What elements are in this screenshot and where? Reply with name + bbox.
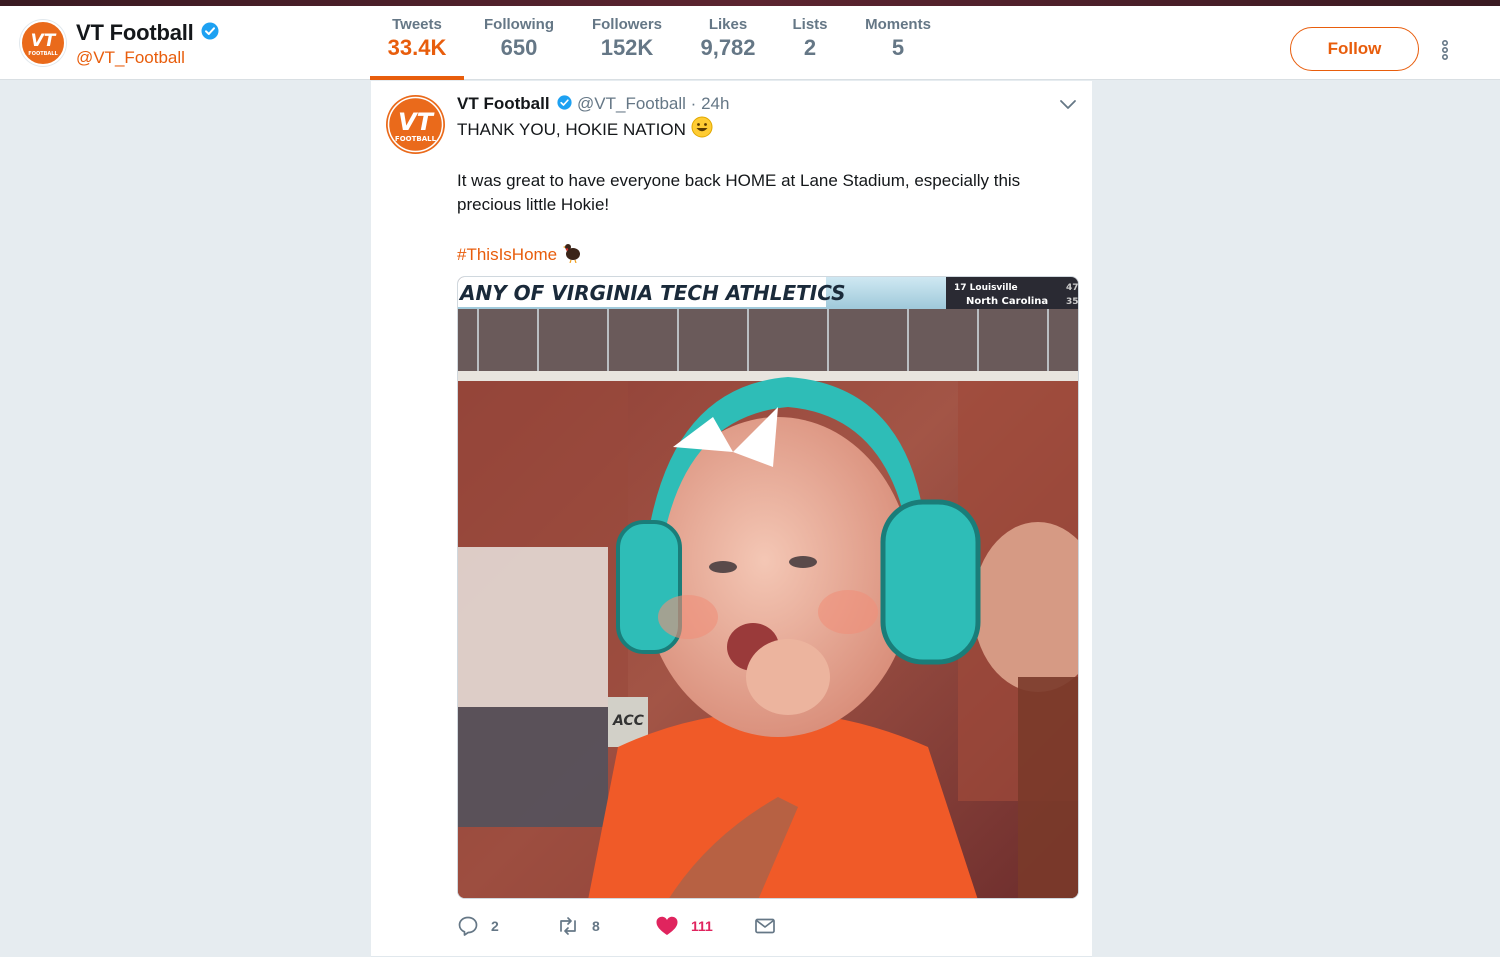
tweet-timestamp[interactable]: 24h	[701, 94, 729, 113]
tab-count: 152K	[600, 35, 654, 60]
follow-button[interactable]: Follow	[1290, 27, 1419, 71]
tweet-separator: ·	[690, 94, 697, 113]
direct-message-button[interactable]	[754, 913, 776, 939]
tab-label: Following	[484, 16, 554, 33]
tweet-line-1: THANK YOU, HOKIE NATION	[457, 119, 686, 139]
smiley-emoji-icon	[691, 116, 713, 145]
tab-label: Tweets	[392, 16, 442, 33]
profile-name-block: VT Football @VT_Football	[76, 20, 219, 68]
baby-hand	[746, 639, 830, 715]
tab-label: Followers	[591, 16, 662, 33]
like-count: 111	[691, 918, 713, 934]
reply-button[interactable]: 2	[457, 913, 499, 939]
more-options-icon[interactable]	[1436, 38, 1454, 62]
profile-stats-nav: Tweets 33.4K Following 650 Followers 152…	[370, 6, 952, 80]
envelope-icon	[755, 918, 775, 934]
tab-count: 33.4K	[387, 35, 447, 60]
tab-label: Lists	[792, 16, 828, 33]
tab-count: 9,782	[700, 35, 756, 60]
chevron-down-icon[interactable]	[1059, 97, 1077, 111]
stadium-sign-text: ACC	[612, 713, 645, 729]
profile-handle[interactable]: @VT_Football	[76, 48, 219, 68]
tab-label: Moments	[865, 16, 931, 33]
tweet-line-2: It was great to have everyone back HOME …	[457, 171, 1021, 214]
tweet-author-avatar[interactable]: VT FOOTBALL	[386, 95, 445, 154]
reply-count: 2	[491, 918, 499, 934]
tab-lists[interactable]: Lists 2	[776, 6, 844, 80]
turkey-emoji-icon	[562, 241, 584, 270]
tab-label: Likes	[708, 16, 748, 33]
tweet-card[interactable]: VT FOOTBALL VT Football @VT_Football · 2…	[371, 81, 1092, 957]
score-row1-score: 47	[1066, 283, 1079, 293]
tab-following[interactable]: Following 650	[464, 6, 574, 80]
tweet-header: VT Football @VT_Football · 24h	[457, 94, 729, 115]
tab-moments[interactable]: Moments 5	[844, 6, 952, 80]
profile-display-name[interactable]: VT Football	[76, 20, 194, 46]
tab-likes[interactable]: Likes 9,782	[680, 6, 776, 80]
tweet-photo[interactable]: ANY OF VIRGINIA TECH ATHLETICS 17 Louisv…	[457, 276, 1079, 899]
profile-avatar[interactable]: VT FOOTBALL	[20, 20, 66, 66]
heart-icon	[656, 916, 678, 935]
tab-tweets[interactable]: Tweets 33.4K	[370, 6, 464, 80]
hashtag-link[interactable]: #ThisIsHome	[457, 245, 557, 264]
tab-count: 5	[891, 35, 905, 60]
stadium-banner-text: ANY OF VIRGINIA TECH ATHLETICS	[458, 281, 846, 305]
retweet-count: 8	[592, 918, 600, 934]
logo-letters: VT	[31, 31, 57, 51]
verified-badge-icon	[557, 94, 572, 115]
tab-count: 2	[803, 35, 817, 60]
logo-letters: VT	[398, 108, 435, 136]
band-in-white	[458, 547, 608, 707]
tab-followers[interactable]: Followers 152K	[574, 6, 680, 80]
reply-icon	[458, 916, 478, 936]
like-button[interactable]: 111	[655, 913, 713, 939]
tweet-text: THANK YOU, HOKIE NATION It was great to …	[457, 116, 1057, 294]
retweet-button[interactable]: 8	[556, 913, 600, 939]
verified-badge-icon	[201, 22, 219, 45]
tab-count: 650	[500, 35, 538, 60]
logo-word: FOOTBALL	[28, 51, 58, 57]
ear-muff-right	[880, 499, 981, 665]
score-row2-score: 35	[1066, 297, 1079, 307]
score-row2-team: North Carolina	[966, 296, 1048, 307]
score-row1-team: 17 Louisville	[954, 283, 1018, 293]
tweet-author-handle[interactable]: @VT_Football	[577, 94, 686, 113]
logo-word: FOOTBALL	[395, 135, 437, 143]
tweet-author-name[interactable]: VT Football	[457, 94, 550, 113]
retweet-icon	[560, 917, 576, 935]
